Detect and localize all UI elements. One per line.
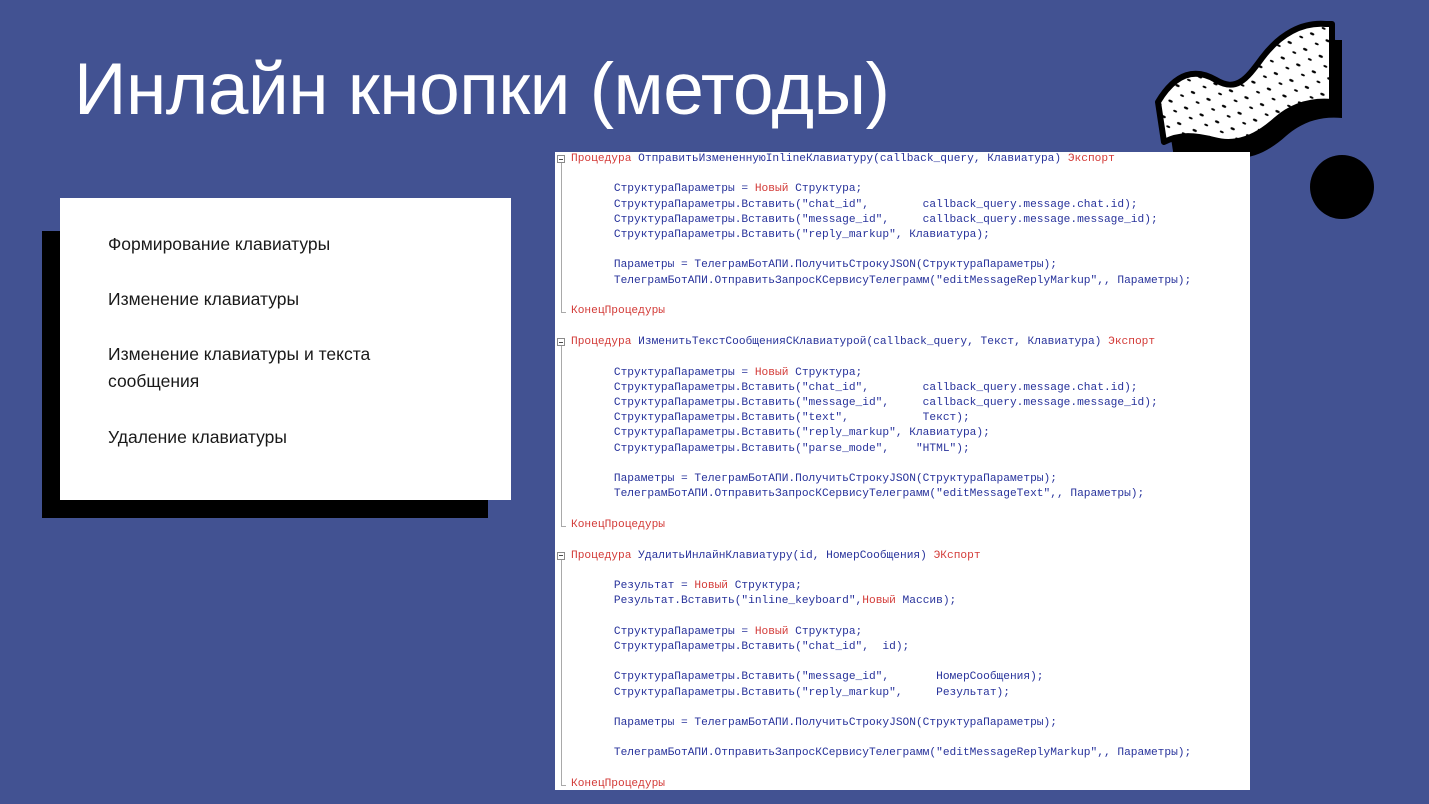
code-listing: Процедура ОтправитьИзмененнуюInlineКлави… [555,152,1250,790]
code-fold-line [561,559,562,785]
code-line: СтруктураПараметры.Вставить("chat_id", c… [587,198,1138,211]
collapse-toggle-icon[interactable] [557,338,565,347]
code-line: СтруктураПараметры = Новый Структура; [587,183,863,196]
code-line: Параметры = ТелеграмБотАПИ.ПолучитьСтрок… [587,472,1057,485]
topics-card: Формирование клавиатуры Изменение клавиа… [60,198,511,500]
code-line: СтруктураПараметры.Вставить("reply_marku… [587,229,990,241]
code-line: Результат.Вставить("inline_keyboard",Нов… [587,595,957,608]
code-line: СтруктураПараметры.Вставить("chat_id", i… [587,640,910,653]
code-line: СтруктураПараметры.Вставить("message_id"… [587,213,1158,226]
slide-root: Инлайн кнопки (методы) Формирование клав… [0,0,1429,804]
page-title: Инлайн кнопки (методы) [74,49,890,130]
procedure-header: Процедура ИзменитьТекстСообщенияСКлавиат… [571,336,1156,349]
procedure-separator [555,533,1250,549]
code-line: СтруктураПараметры.Вставить("reply_marku… [587,427,990,440]
code-line: ТелеграмБотАПИ.ОтправитьЗапросКСервисуТе… [587,488,1145,501]
code-line: ТелеграмБотАПИ.ОтправитьЗапросКСервисуТе… [587,274,1192,287]
code-line: СтруктураПараметры.Вставить("chat_id", c… [587,381,1138,394]
code-line: Результат = Новый Структура; [587,580,802,593]
procedure-block: Процедура УдалитьИнлайнКлавиатуру(id, Но… [555,549,1250,790]
speckled-ribbon-icon [1150,14,1429,164]
code-fold-line [561,346,562,526]
code-line: СтруктураПараметры = Новый Структура; [587,366,863,379]
list-item: Изменение клавиатуры и текста сообщения [108,344,371,392]
code-fold-line [561,163,562,313]
code-fold-end-tick [561,312,566,314]
code-fold-end-tick [561,784,566,786]
code-line: Параметры = ТелеграмБотАПИ.ПолучитьСтрок… [587,716,1057,729]
code-line: СтруктураПараметры.Вставить("message_id"… [587,671,1044,684]
topics-list: Формирование клавиатуры Изменение клавиа… [108,231,458,451]
code-line: СтруктураПараметры.Вставить("parse_mode"… [587,442,970,455]
procedure-body: СтруктураПараметры = Новый Структура; Ст… [571,167,1250,304]
solid-circle-icon [1310,155,1374,219]
code-line: Параметры = ТелеграмБотАПИ.ПолучитьСтрок… [587,259,1057,272]
procedure-block: Процедура ИзменитьТекстСообщенияСКлавиат… [555,335,1250,533]
procedure-separator [555,319,1250,335]
procedure-header: Процедура УдалитьИнлайнКлавиатуру(id, Но… [571,549,981,562]
procedure-footer: КонецПроцедуры [571,304,665,317]
procedure-footer: КонецПроцедуры [571,518,665,531]
collapse-toggle-icon[interactable] [557,551,565,560]
list-item: Изменение клавиатуры [108,289,300,310]
code-line: СтруктураПараметры.Вставить("text", Текс… [587,412,970,425]
code-line: СтруктураПараметры.Вставить("reply_marku… [587,686,1010,699]
procedure-block: Процедура ОтправитьИзмененнуюInlineКлави… [555,152,1250,319]
code-line: СтруктураПараметры.Вставить("message_id"… [587,396,1158,409]
procedure-body: СтруктураПараметры = Новый Структура; Ст… [571,350,1250,517]
code-fold-end-tick [561,525,566,527]
collapse-toggle-icon[interactable] [557,155,565,163]
list-item: Удаление клавиатуры [108,426,287,447]
code-line: ТелеграмБотАПИ.ОтправитьЗапросКСервисуТе… [587,747,1192,760]
procedure-header: Процедура ОтправитьИзмененнуюInlineКлави… [571,153,1115,165]
code-line: СтруктураПараметры = Новый Структура; [587,625,863,638]
procedure-footer: КонецПроцедуры [571,777,665,790]
procedure-body: Результат = Новый Структура; Результат.В… [571,564,1250,777]
code-screenshot-panel: Процедура ОтправитьИзмененнуюInlineКлави… [555,152,1250,790]
list-item: Формирование клавиатуры [108,234,331,254]
